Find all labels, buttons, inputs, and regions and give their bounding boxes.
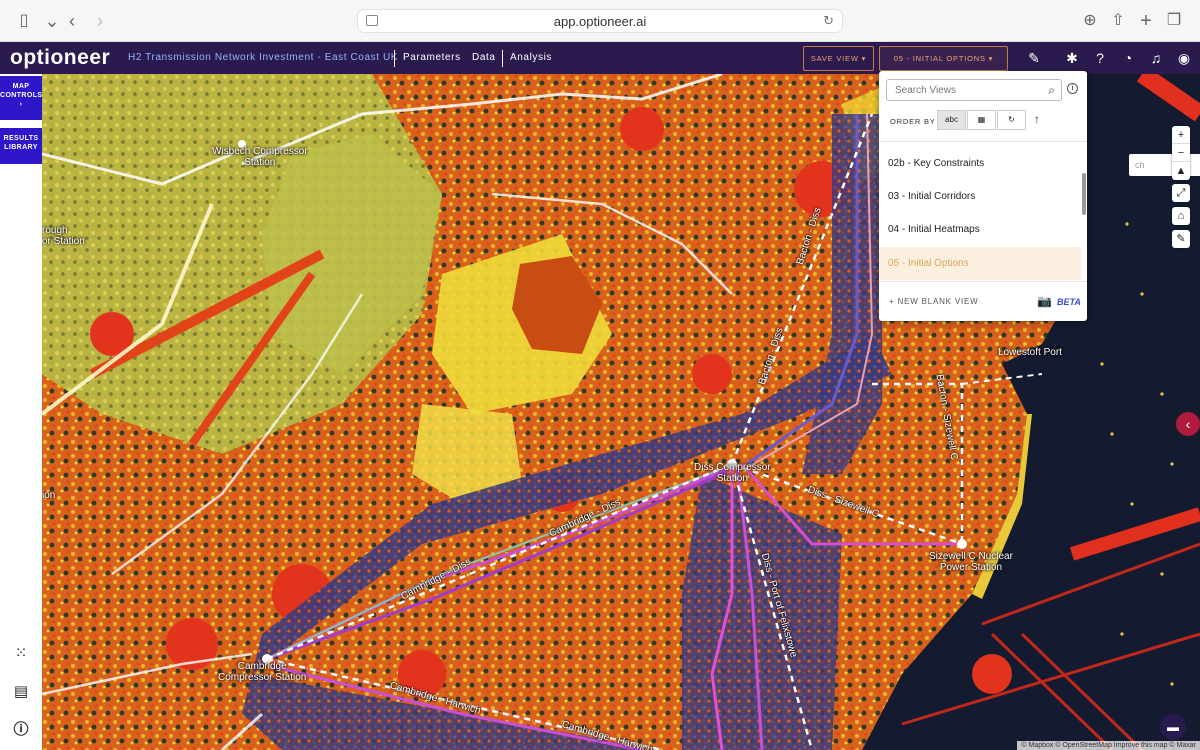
divider [394, 50, 395, 67]
view-item-04[interactable]: 04 - Initial Heatmaps [879, 213, 1081, 246]
dropdown-scrollbar[interactable] [1082, 173, 1086, 215]
bell-icon[interactable]: ♫ [1146, 48, 1166, 68]
nav-analysis[interactable]: Analysis [510, 52, 552, 63]
grid-dots-icon[interactable]: ⁙ [11, 644, 31, 664]
nav-parameters[interactable]: Parameters [403, 52, 461, 63]
chevron-right-icon: › [19, 101, 23, 108]
search-views-input[interactable]: Search Views ⌕ [886, 79, 1062, 101]
cambridge-label: Cambridge Compressor Station [218, 661, 306, 683]
url-bar[interactable]: app.optioneer.ai ↻ [357, 9, 843, 33]
puzzle-icon[interactable]: ✱ [1062, 48, 1082, 68]
compass-icon[interactable]: ▲ [1172, 162, 1190, 180]
view-item-02b[interactable]: 02b - Key Constraints [879, 147, 1081, 180]
fullscreen-icon[interactable]: ⤢ [1172, 184, 1190, 202]
beta-badge: BETA [1057, 297, 1081, 307]
wisbech-label-text: Wisbech Compressor Station [212, 146, 308, 168]
current-view-dropdown[interactable]: 05 - INITIAL OPTIONS ▾ [879, 46, 1008, 71]
divider [879, 141, 1087, 142]
browser-toolbar: ▯ ⌄ ‹ › app.optioneer.ai ↻ ⊕ ⇧ + ❐ [0, 0, 1200, 42]
lowestoft-label: Lowestoft Port [998, 347, 1062, 358]
camera-icon[interactable]: 📷 [1037, 294, 1052, 308]
sort-direction-icon[interactable]: ↑ [1034, 112, 1040, 126]
new-tab-icon[interactable]: + [1136, 11, 1156, 31]
forward-icon[interactable]: › [90, 11, 110, 31]
page-icon [366, 15, 378, 26]
results-library-label: LIBRARY [4, 144, 38, 151]
left-sidebar: MAP CONTROLS › RESULTS LIBRARY ⁙ ▤ ⓘ [0, 74, 42, 750]
zoom-in-icon[interactable]: + [1172, 126, 1190, 144]
home-icon[interactable]: ⌂ [1172, 207, 1190, 225]
nav-data[interactable]: Data [472, 52, 496, 63]
cambridge-label-text: Cambridge Compressor Station [218, 661, 307, 683]
collapse-panel-button[interactable]: ‹ [1176, 412, 1200, 436]
map-controls-button[interactable]: MAP CONTROLS › [0, 76, 42, 120]
lowestoft-label-text: Lowestoft Port [998, 347, 1062, 358]
peterborough-label: rough or Station [42, 225, 85, 247]
results-library-button[interactable]: RESULTS LIBRARY [0, 128, 42, 164]
user-icon[interactable]: ◉ [1174, 48, 1194, 68]
pencil-icon[interactable]: ✎ [1172, 230, 1190, 248]
order-by-date-button[interactable]: ▦ [967, 110, 996, 130]
ion-label-text: ion [42, 490, 56, 501]
history-icon: ↻ [1008, 115, 1015, 124]
sizewell-marker [957, 539, 967, 549]
divider [879, 281, 1087, 282]
save-view-button[interactable]: SAVE VIEW ▾ [803, 46, 874, 71]
map-attribution: © Mapbox © OpenStreetMap Improve this ma… [1017, 741, 1200, 750]
info-icon[interactable]: ⓘ [11, 720, 31, 740]
download-icon[interactable]: ⊕ [1080, 11, 1100, 31]
home-control: ⌂ [1172, 207, 1190, 225]
help-icon[interactable]: ? [1090, 48, 1110, 68]
divider [502, 50, 503, 67]
zoom-controls: + − ▲ [1172, 126, 1190, 180]
url-text: app.optioneer.ai [553, 13, 647, 29]
comment-icon[interactable]: ▤ [11, 682, 31, 702]
views-dropdown: Search Views ⌕ i ORDER BY abc ▦ ↻ ↑ 02b … [879, 71, 1087, 321]
diss-label-text: Diss Compressor Station [694, 462, 771, 484]
sizewell-label: Sizewell C Nuclear Power Station [929, 551, 1013, 573]
order-by-label: ORDER BY [890, 117, 936, 126]
ion-label: ion [42, 490, 55, 501]
sizewell-label-text: Sizewell C Nuclear Power Station [929, 551, 1013, 573]
info-icon[interactable]: i [1067, 83, 1078, 94]
back-icon[interactable]: ‹ [62, 11, 82, 31]
zoom-out-icon[interactable]: − [1172, 144, 1190, 162]
chevron-left-icon: ‹ [1185, 416, 1191, 432]
peterborough-label-text: rough or Station [42, 225, 85, 247]
sidebar-toggle-icon[interactable]: ▯ [14, 11, 34, 31]
share-icon[interactable]: ⇧ [1108, 11, 1128, 31]
view-item-03[interactable]: 03 - Initial Corridors [879, 180, 1081, 213]
reload-icon[interactable]: ↻ [823, 13, 834, 29]
search-views-placeholder: Search Views [895, 85, 956, 96]
draw-control: ✎ [1172, 230, 1190, 248]
optioneer-logo[interactable]: optioneer [10, 46, 110, 70]
view-item-05[interactable]: 05 - Initial Options [879, 247, 1081, 280]
results-library-label: RESULTS [3, 135, 39, 142]
sort-alpha-icon: abc [945, 115, 958, 124]
project-title: H2 Transmission Network Investment - Eas… [128, 52, 399, 63]
diss-label: Diss Compressor Station [694, 462, 771, 484]
chat-button[interactable]: ▬ [1160, 714, 1186, 740]
new-blank-view-button[interactable]: + NEW BLANK VIEW [889, 297, 978, 306]
chevron-down-icon[interactable]: ⌄ [42, 11, 62, 31]
chat-icon: ▬ [1167, 720, 1179, 734]
fullscreen-control: ⤢ [1172, 184, 1190, 202]
wisbech-label: Wisbech Compressor Station [212, 146, 308, 168]
search-icon[interactable]: ⌕ [1048, 83, 1055, 98]
calendar-icon: ▦ [977, 115, 986, 124]
order-by-recent-button[interactable]: ↻ [997, 110, 1026, 130]
order-by-name-button[interactable]: abc [937, 110, 966, 130]
edit-note-icon[interactable]: ✎ [1024, 48, 1044, 68]
gauge-icon[interactable]: ◔ [1118, 48, 1138, 68]
map-controls-label: CONTROLS [0, 92, 43, 99]
tabs-overview-icon[interactable]: ❐ [1164, 11, 1184, 31]
app-header: optioneer H2 Transmission Network Invest… [0, 42, 1200, 74]
map-controls-label: MAP [12, 83, 30, 90]
